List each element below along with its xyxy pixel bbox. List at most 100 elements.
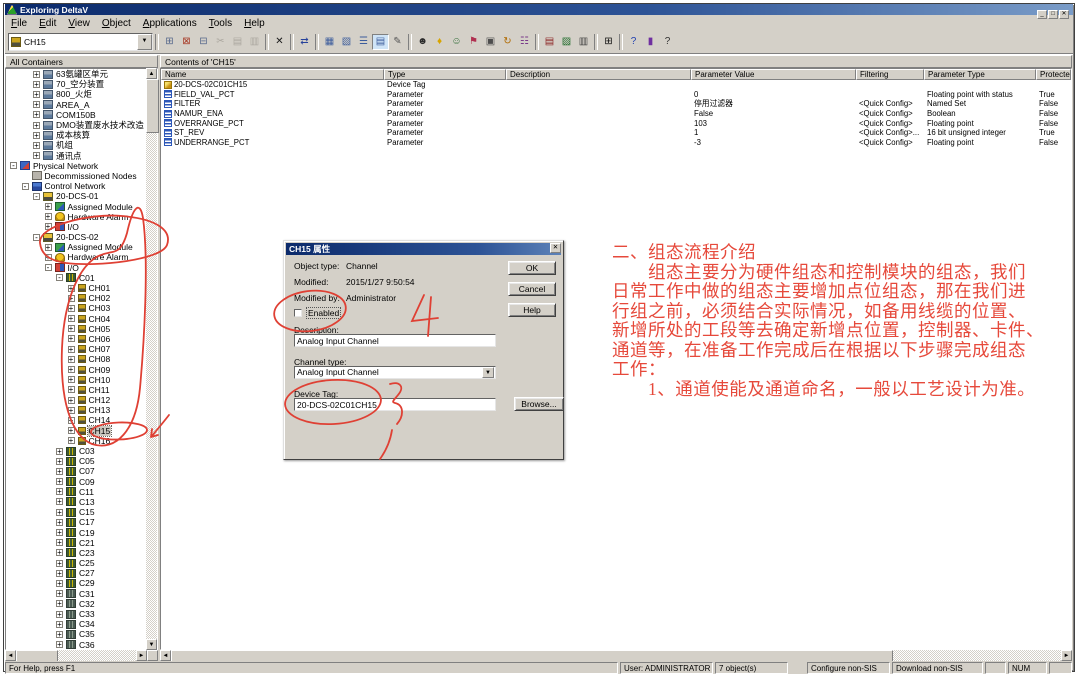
table-row-overrange-pct[interactable]: OVERRANGE_PCTParameter103<Quick Config>F… xyxy=(161,118,1071,128)
tree-item-c15[interactable]: +C15 xyxy=(6,507,146,517)
tree-item-800[interactable]: +800_火炬 xyxy=(6,89,146,99)
tree-item-area-a[interactable]: +AREA_A xyxy=(6,100,146,110)
tree-item-70[interactable]: +70_空分装置 xyxy=(6,79,146,89)
download-icon[interactable]: ⇄ xyxy=(296,34,313,50)
tree-expander-plus-icon[interactable]: + xyxy=(56,631,63,638)
tree-expander-plus-icon[interactable]: + xyxy=(56,600,63,607)
tree-item-c11[interactable]: +C11 xyxy=(6,487,146,497)
tree-item-item[interactable]: +成本核算 xyxy=(6,130,146,140)
tree-expander-plus-icon[interactable]: + xyxy=(33,91,40,98)
table-row-st-rev[interactable]: ST_REVParameter1<Quick Config>...16 bit … xyxy=(161,128,1071,138)
tree-expander-plus-icon[interactable]: + xyxy=(33,142,40,149)
tree-expander-plus-icon[interactable]: + xyxy=(68,407,75,414)
tree-item-c07[interactable]: +C07 xyxy=(6,466,146,476)
tree-item-c25[interactable]: +C25 xyxy=(6,558,146,568)
scroll-left-icon[interactable]: ◄ xyxy=(160,650,171,661)
tree-expander-plus-icon[interactable]: + xyxy=(45,254,52,261)
menu-edit[interactable]: Edit xyxy=(33,18,62,29)
tree-expander-plus-icon[interactable]: + xyxy=(68,325,75,332)
scroll-up-icon[interactable]: ▲ xyxy=(146,68,157,79)
tree-item-ch06[interactable]: +CH06 xyxy=(6,334,146,344)
table-row-underrange-pct[interactable]: UNDERRANGE_PCTParameter-3<Quick Config>F… xyxy=(161,138,1071,148)
tree-expander-minus-icon[interactable]: - xyxy=(22,183,29,190)
tree-item-c29[interactable]: +C29 xyxy=(6,578,146,588)
tree-expander-plus-icon[interactable]: + xyxy=(68,285,75,292)
tree-item-c19[interactable]: +C19 xyxy=(6,527,146,537)
dialog-close-icon[interactable]: ✕ xyxy=(550,243,561,253)
browse-button[interactable]: Browse... xyxy=(514,397,564,411)
trend-icon[interactable]: ▨ xyxy=(558,34,575,50)
tree-expander-plus-icon[interactable]: + xyxy=(56,560,63,567)
operator-icon[interactable]: ☷ xyxy=(516,34,533,50)
enabled-checkbox-label[interactable]: Enabled xyxy=(307,308,340,318)
tree-item-c09[interactable]: +C09 xyxy=(6,477,146,487)
tree-expander-plus-icon[interactable]: + xyxy=(68,386,75,393)
table-row-filter[interactable]: FILTERParameter停用过滤器<Quick Config>Named … xyxy=(161,99,1071,109)
enabled-checkbox[interactable] xyxy=(294,309,302,317)
tree-item-c31[interactable]: +C31 xyxy=(6,589,146,599)
tree-expander-plus-icon[interactable]: + xyxy=(33,122,40,129)
tree-item-control-network[interactable]: -Control Network xyxy=(6,181,146,191)
tree-expander-plus-icon[interactable]: + xyxy=(68,346,75,353)
delete-icon[interactable]: ✕ xyxy=(271,34,288,50)
column-header-parameter-value[interactable]: Parameter Value xyxy=(691,69,856,80)
tree-expander-plus-icon[interactable]: + xyxy=(56,468,63,475)
tree-expander-minus-icon[interactable]: - xyxy=(56,274,63,281)
tree-expander-plus-icon[interactable]: + xyxy=(45,203,52,210)
tree-expander-plus-icon[interactable]: + xyxy=(56,498,63,505)
channel-type-dropdown[interactable]: Analog Input Channel ▼ xyxy=(294,366,496,379)
help-icon[interactable]: ? xyxy=(625,34,642,50)
tree-item-c01[interactable]: -C01 xyxy=(6,273,146,283)
tree-expander-plus-icon[interactable]: + xyxy=(56,580,63,587)
tree-expander-minus-icon[interactable]: - xyxy=(10,162,17,169)
camera-icon[interactable]: ▣ xyxy=(482,34,499,50)
tree-item-20-dcs-02[interactable]: -20-DCS-02 xyxy=(6,232,146,242)
bookmark-icon[interactable]: ⚑ xyxy=(465,34,482,50)
table-row-20-dcs-02c01ch15[interactable]: 20-DCS-02C01CH15Device Tag xyxy=(161,80,1071,90)
tree-expander-plus-icon[interactable]: + xyxy=(56,539,63,546)
description-field[interactable] xyxy=(294,334,496,347)
tree-expander-plus-icon[interactable]: + xyxy=(56,448,63,455)
tree-item-dmo[interactable]: +DMO装置废水技术改造 xyxy=(6,120,146,130)
tree-item-ch08[interactable]: +CH08 xyxy=(6,354,146,364)
tree-expander-plus-icon[interactable]: + xyxy=(45,213,52,220)
tree-item-ch12[interactable]: +CH12 xyxy=(6,395,146,405)
tree-vscroll-thumb[interactable] xyxy=(146,79,159,133)
tree-item-c23[interactable]: +C23 xyxy=(6,548,146,558)
tree-expander-plus-icon[interactable]: + xyxy=(68,305,75,312)
tree-item-ch16[interactable]: +CH16 xyxy=(6,436,146,446)
tree-expander-plus-icon[interactable]: + xyxy=(56,590,63,597)
tree-item-c03[interactable]: +C03 xyxy=(6,446,146,456)
alarm-bell-icon[interactable]: ♦ xyxy=(431,34,448,50)
table-horizontal-scrollbar[interactable]: ◄ ► xyxy=(160,650,1072,661)
tree-expander-plus-icon[interactable]: + xyxy=(33,101,40,108)
chevron-down-icon[interactable]: ▼ xyxy=(482,367,494,378)
tree-item-item[interactable]: +通讯点 xyxy=(6,151,146,161)
large-icons-view-icon[interactable]: ▦ xyxy=(321,34,338,50)
details-view-icon[interactable]: ▤ xyxy=(372,34,389,50)
tree-expander-plus-icon[interactable]: + xyxy=(56,458,63,465)
object-search-combobox[interactable]: CH15 ▼ xyxy=(8,33,153,51)
tree-expander-plus-icon[interactable]: + xyxy=(56,570,63,577)
column-header-description[interactable]: Description xyxy=(506,69,691,80)
help-button[interactable]: Help xyxy=(508,303,556,317)
minimize-button[interactable]: _ xyxy=(1037,10,1047,19)
tree-expander-plus-icon[interactable]: + xyxy=(68,295,75,302)
tree-item-c35[interactable]: +C35 xyxy=(6,629,146,639)
tree-item-physical-network[interactable]: -Physical Network xyxy=(6,161,146,171)
tree-expander-plus-icon[interactable]: + xyxy=(68,437,75,444)
tree-expander-plus-icon[interactable]: + xyxy=(68,397,75,404)
tree-expander-plus-icon[interactable]: + xyxy=(56,529,63,536)
diagnostics-icon[interactable]: ▥ xyxy=(575,34,592,50)
column-header-filtering[interactable]: Filtering xyxy=(856,69,924,80)
explorer-hierarchy-icon[interactable]: ⊞ xyxy=(161,34,178,50)
tree-item-ch09[interactable]: +CH09 xyxy=(6,364,146,374)
menu-applications[interactable]: Applications xyxy=(137,18,203,29)
scroll-down-icon[interactable]: ▼ xyxy=(146,639,157,650)
tree-item-ch03[interactable]: +CH03 xyxy=(6,303,146,313)
explorer-hierarchy-small-icon[interactable]: ⊟ xyxy=(195,34,212,50)
column-header-protected[interactable]: Protected xyxy=(1036,69,1071,80)
tree-item-assigned-module[interactable]: +Assigned Module xyxy=(6,242,146,252)
tree-item-i-o[interactable]: -I/O xyxy=(6,263,146,273)
tree-expander-plus-icon[interactable]: + xyxy=(33,81,40,88)
